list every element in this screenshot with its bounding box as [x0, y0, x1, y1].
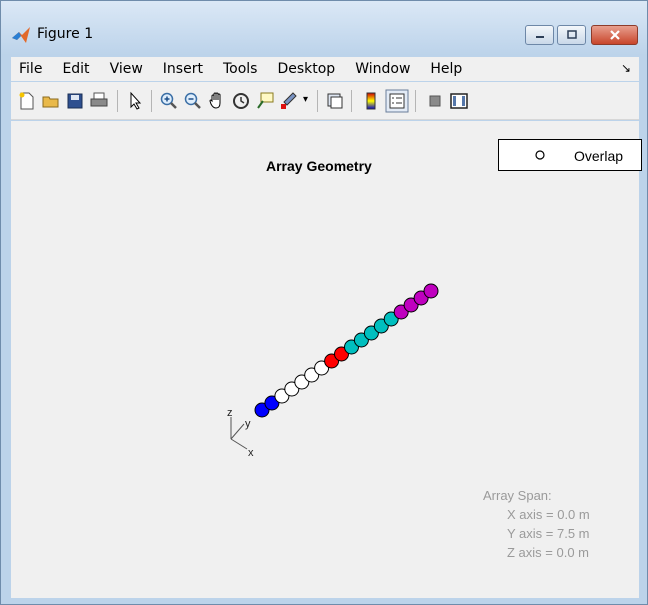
brush-dropdown-icon[interactable]: ▾ — [303, 94, 308, 105]
window-title: Figure 1 — [37, 26, 94, 42]
open-file-icon[interactable] — [41, 91, 61, 111]
axis-triad: z y x — [227, 407, 254, 459]
figure-canvas: Array Geometry Overlap z y x Array Span:… — [11, 121, 642, 598]
hide-plot-tools-icon[interactable] — [425, 91, 445, 111]
array-span-z: Z axis = 0.0 m — [507, 545, 589, 560]
close-icon — [609, 30, 620, 40]
x-axis-label: x — [248, 447, 254, 459]
menu-insert[interactable]: Insert — [155, 61, 211, 77]
toolbar-separator — [415, 90, 416, 112]
menubar-dock-arrow-icon[interactable]: ↘ — [621, 61, 631, 75]
menu-bar: File Edit View Insert Tools Desktop Wind… — [11, 57, 639, 81]
show-plot-tools-icon[interactable] — [449, 91, 469, 111]
z-axis-label: z — [227, 407, 233, 419]
toolbar-separator — [117, 90, 118, 112]
pan-icon[interactable] — [207, 91, 227, 111]
toolbar-separator — [151, 90, 152, 112]
menu-tools[interactable]: Tools — [215, 61, 266, 77]
save-icon[interactable] — [65, 91, 85, 111]
array-span-heading: Array Span: — [483, 488, 552, 503]
brush-icon[interactable] — [279, 91, 299, 111]
new-figure-icon[interactable] — [17, 91, 37, 111]
menu-edit[interactable]: Edit — [54, 61, 97, 77]
toolbar-separator — [351, 90, 352, 112]
close-button[interactable] — [591, 25, 638, 45]
zoom-in-icon[interactable] — [159, 91, 179, 111]
array-span-y: Y axis = 7.5 m — [507, 526, 590, 541]
array-span-x: X axis = 0.0 m — [507, 507, 590, 522]
array-elements — [254, 283, 439, 418]
pointer-icon[interactable] — [125, 91, 145, 111]
array-element-18 — [423, 283, 439, 299]
menu-view[interactable]: View — [102, 61, 151, 77]
figure-toolbar: ▾ — [11, 82, 639, 120]
y-axis-label: y — [245, 418, 251, 430]
legend-icon[interactable] — [385, 89, 409, 113]
array-span-box: Array Span: X axis = 0.0 m Y axis = 7.5 … — [483, 486, 590, 562]
rotate-3d-icon[interactable] — [231, 91, 251, 111]
link-plot-icon[interactable] — [325, 91, 345, 111]
menu-file[interactable]: File — [11, 61, 50, 77]
x-axis-line — [230, 438, 248, 450]
menu-help[interactable]: Help — [422, 61, 470, 77]
title-bar[interactable]: Figure 1 — [1, 1, 647, 55]
colorbar-icon[interactable] — [361, 91, 381, 111]
matlab-logo-icon — [12, 27, 30, 43]
toolbar-separator — [317, 90, 318, 112]
figure-window: Figure 1 File Edit View Insert Tools Des… — [0, 0, 648, 605]
y-axis-line — [230, 423, 245, 440]
maximize-button[interactable] — [557, 25, 586, 45]
data-cursor-icon[interactable] — [255, 91, 275, 111]
minimize-button[interactable] — [525, 25, 554, 45]
print-icon[interactable] — [89, 91, 109, 111]
menu-desktop[interactable]: Desktop — [269, 61, 343, 77]
menu-window[interactable]: Window — [347, 61, 418, 77]
minimize-icon — [535, 36, 544, 38]
maximize-icon — [566, 30, 577, 39]
zoom-out-icon[interactable] — [183, 91, 203, 111]
